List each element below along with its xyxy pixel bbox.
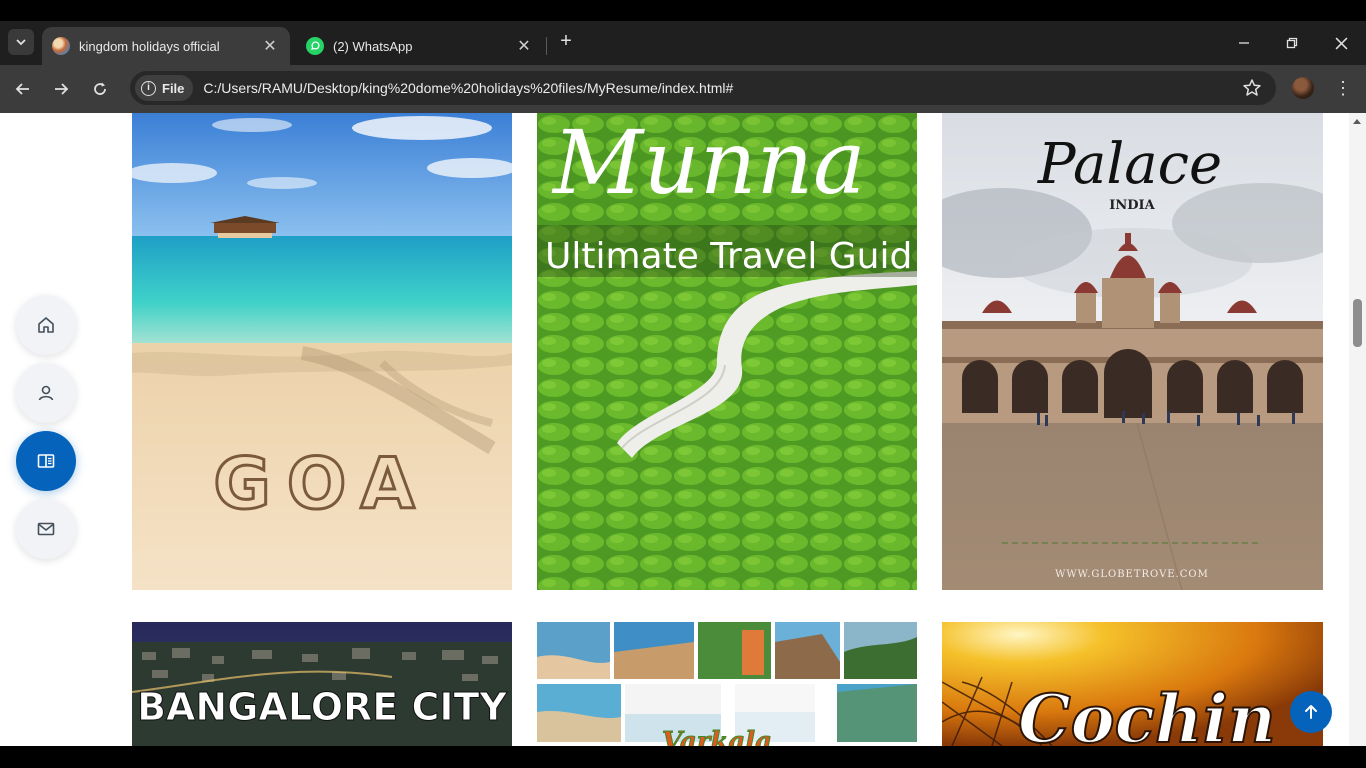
globe-photo-icon — [52, 37, 70, 55]
screen-bottom-bar — [0, 746, 1366, 768]
nav-about-button[interactable] — [16, 363, 76, 423]
info-icon: i — [141, 80, 156, 96]
goa-text: GOA — [212, 442, 430, 527]
tab-whatsapp[interactable]: (2) WhatsApp ✕ — [296, 27, 544, 65]
bangalore-city-image: BANGALORE CITY — [132, 622, 512, 746]
scroll-thumb[interactable] — [1353, 299, 1362, 347]
bookmark-star-button[interactable] — [1242, 78, 1262, 103]
munnar-subtitle: Ultimate Travel Guid — [545, 236, 912, 277]
back-button[interactable] — [11, 77, 35, 101]
page-viewport: GOA Ultimate Travel Guid Munna Palace IN… — [0, 113, 1366, 746]
browser-toolbar: i File C:/Users/RAMU/Desktop/king%20dome… — [0, 65, 1366, 113]
svg-text:GOA: GOA — [213, 443, 430, 525]
close-window-button[interactable] — [1329, 31, 1353, 55]
portfolio-card-munnar[interactable]: Ultimate Travel Guid Munna — [537, 113, 917, 590]
chevron-down-icon — [16, 39, 26, 46]
portfolio-card-goa[interactable]: GOA — [132, 113, 512, 590]
varkala-text: Varkala — [662, 727, 772, 746]
minimize-button[interactable] — [1232, 31, 1256, 55]
mysore-palace-image: Palace INDIA WWW.GLOBETROVE.COM — [942, 113, 1323, 590]
minimize-icon — [1239, 42, 1249, 44]
tab-strip: kingdom holidays official ✕ (2) WhatsApp… — [0, 21, 1366, 65]
palace-script-text: Palace — [1037, 132, 1222, 197]
arrow-left-icon — [15, 83, 29, 95]
tab-separator — [546, 37, 547, 55]
envelope-icon — [37, 522, 55, 536]
tab-title: kingdom holidays official — [79, 38, 220, 54]
tab-search-button[interactable] — [8, 29, 34, 55]
book-icon — [37, 454, 55, 468]
portfolio-card-bangalore[interactable]: BANGALORE CITY — [132, 622, 512, 746]
restore-icon — [1286, 37, 1298, 49]
portfolio-card-varkala[interactable]: Varkala — [537, 622, 917, 746]
restore-button[interactable] — [1280, 31, 1304, 55]
palace-credit: WWW.GLOBETROVE.COM — [1055, 569, 1209, 580]
close-icon[interactable]: ✕ — [260, 36, 280, 56]
arrow-right-icon — [55, 83, 69, 95]
scroll-up-arrow-icon[interactable] — [1353, 119, 1361, 124]
page-scrollbar[interactable] — [1349, 113, 1366, 746]
scheme-label: File — [162, 80, 185, 96]
munnar-script-text: Munna — [551, 113, 866, 214]
address-bar[interactable]: i File C:/Users/RAMU/Desktop/king%20dome… — [130, 71, 1276, 105]
star-icon — [1243, 79, 1261, 96]
site-info-chip[interactable]: i File — [135, 75, 194, 101]
url-text[interactable]: C:/Users/RAMU/Desktop/king%20dome%20holi… — [203, 80, 733, 96]
nav-home-button[interactable] — [16, 295, 76, 355]
screen-top-bar — [0, 0, 1366, 21]
arrow-up-icon — [1305, 705, 1317, 719]
bangalore-headline: BANGALORE CITY — [137, 685, 507, 729]
palace-country: INDIA — [1109, 198, 1155, 213]
reload-icon — [94, 82, 106, 95]
cochin-sunset-image: Cochin — [942, 622, 1323, 746]
goa-beach-image: GOA — [132, 113, 512, 590]
portfolio-card-cochin[interactable]: Cochin — [942, 622, 1323, 746]
tab-kingdom-holidays[interactable]: kingdom holidays official ✕ — [42, 27, 290, 65]
profile-avatar[interactable] — [1292, 77, 1314, 99]
back-to-top-button[interactable] — [1290, 691, 1332, 733]
close-icon — [1335, 37, 1347, 49]
tab-title: (2) WhatsApp — [333, 38, 413, 54]
nav-portfolio-button[interactable] — [16, 431, 76, 491]
cochin-script-text: Cochin — [1018, 680, 1276, 746]
house-icon — [38, 317, 54, 333]
forward-button[interactable] — [49, 77, 73, 101]
new-tab-button[interactable]: + — [555, 31, 577, 53]
nav-contact-button[interactable] — [16, 499, 76, 559]
portfolio-card-mysore-palace[interactable]: Palace INDIA WWW.GLOBETROVE.COM — [942, 113, 1323, 590]
close-icon[interactable]: ✕ — [514, 36, 534, 56]
munnar-tea-image: Ultimate Travel Guid Munna — [537, 113, 917, 590]
varkala-collage-image: Varkala — [537, 622, 917, 746]
menu-button[interactable]: ⋮ — [1334, 77, 1352, 101]
person-icon — [38, 385, 54, 401]
reload-button[interactable] — [88, 77, 112, 101]
whatsapp-icon — [306, 37, 324, 55]
